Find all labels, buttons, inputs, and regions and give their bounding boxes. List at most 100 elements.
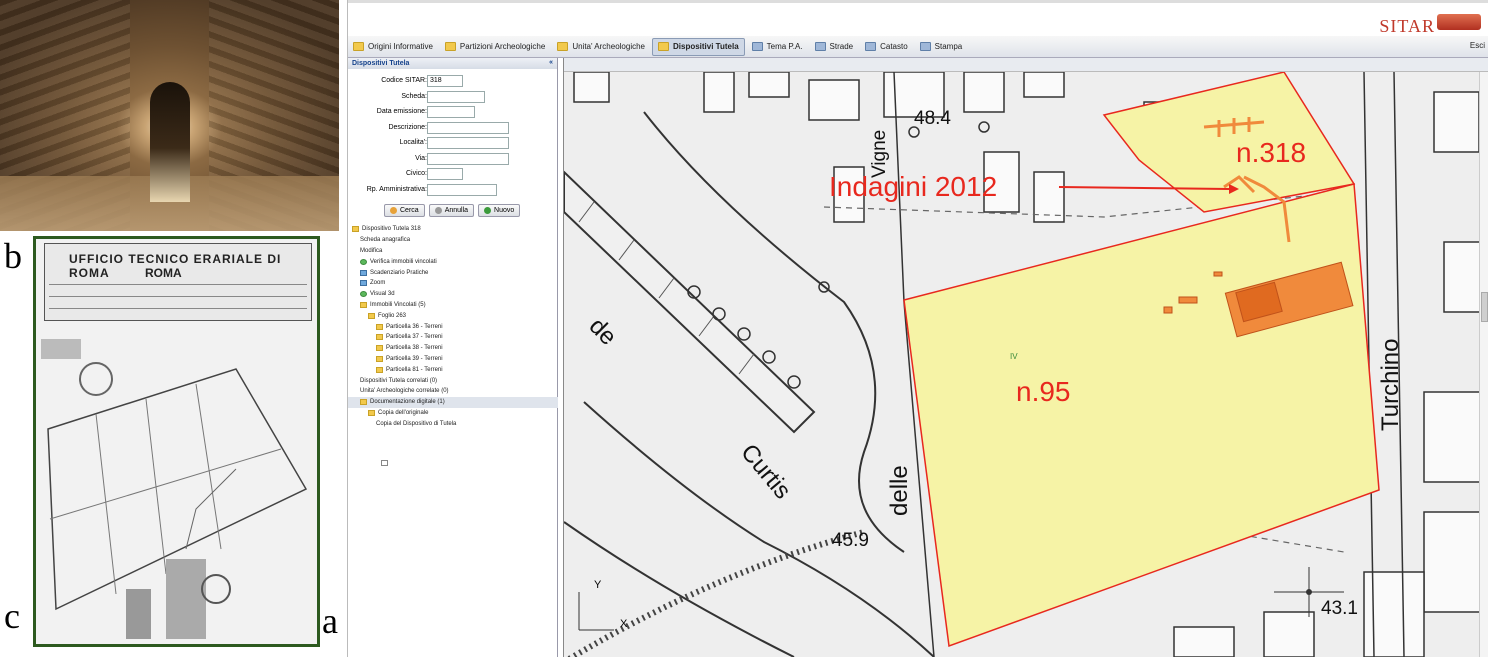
collapse-icon[interactable]: «: [549, 59, 553, 66]
tree-node[interactable]: Particella 37 - Terreni: [348, 332, 558, 343]
form-row: Civico:: [348, 168, 558, 182]
street-label-delle: delle: [886, 465, 913, 516]
tree-node[interactable]: Scheda anagrafica: [348, 235, 558, 466]
tree-node[interactable]: Particella 39 - Terreni: [348, 354, 558, 365]
folder-icon: [444, 42, 456, 51]
tree-node[interactable]: Dispositivo Tutela 318: [348, 224, 558, 235]
figure: b c a UFFICIO TECNICO ERARIALE DI ROMA R…: [0, 0, 1488, 657]
tree-node[interactable]: Visual 3d: [348, 289, 558, 300]
toolbar-item-tema-p-a-[interactable]: Tema P.A.: [747, 38, 808, 56]
field-label: Rp. Amministrativa:: [366, 185, 427, 193]
new-button[interactable]: Nuovo: [478, 204, 521, 217]
map-scroll-thumb[interactable]: [1481, 292, 1488, 322]
axis-x-label: X: [620, 618, 628, 630]
tree-node[interactable]: Particella 81 - Terreni: [348, 364, 558, 375]
tree-node-label: Immobili Vincolati (5): [370, 301, 426, 308]
field-input[interactable]: 318: [427, 75, 463, 87]
field-input[interactable]: [427, 137, 509, 149]
tree-node[interactable]: Copia del Dispositivo di Tutela: [348, 418, 558, 466]
form-row: Scheda:: [348, 90, 558, 105]
tree-node-label: Documentazione digitale (1): [370, 399, 445, 406]
folder-icon: [352, 226, 359, 233]
tree-node-label: Particella 39 - Terreni: [386, 355, 443, 362]
tree-node[interactable]: Scadenziario Pratiche: [348, 267, 558, 278]
toolbar-item-label: Dispositivi Tutela: [673, 42, 739, 51]
field-input[interactable]: [427, 152, 509, 165]
field-label: Data emissione:: [376, 108, 427, 115]
tree-node-label: Copia dell'originale: [378, 409, 429, 416]
tree-node[interactable]: Particella 38 - Terreni: [348, 343, 558, 354]
tree-node-label: Modifica: [360, 247, 383, 254]
map-toolbar: [564, 58, 1488, 72]
annotation-indagini: Indagini 2012: [829, 171, 998, 202]
field-input[interactable]: [427, 90, 485, 103]
tree-node-label: Dispositivi Tutela correlati (0): [360, 377, 438, 384]
toolbar-item-label: Partizioni Archeologiche: [459, 42, 546, 51]
action-icon: [360, 258, 367, 265]
field-label: Codice SITAR:: [381, 77, 427, 84]
tree-node[interactable]: Dispositivi Tutela correlati (0): [348, 375, 558, 466]
field-label: Via:: [415, 154, 427, 162]
tree-node[interactable]: Copia dell'originale: [348, 408, 558, 419]
field-label: Descrizione:: [388, 123, 427, 131]
cancel-button-label: Annulla: [444, 207, 469, 214]
tree-node[interactable]: Zoom: [348, 278, 558, 289]
document-header: UFFICIO TECNICO ERARIALE DI ROMA ROMA: [44, 243, 312, 321]
form-buttons: Cerca Annulla Nuovo: [384, 204, 521, 217]
toolbar-item-label: Stampa: [934, 42, 963, 51]
tree-node-label: Visual 3d: [370, 291, 395, 298]
document-icon: [381, 460, 388, 466]
brand-logo-icon: [1437, 14, 1481, 30]
toolbar-item-label: Catasto: [880, 42, 908, 51]
tree-node[interactable]: Foglio 263: [348, 310, 558, 321]
form-row: Codice SITAR: 318: [348, 75, 558, 89]
map-canvas: [564, 72, 1480, 657]
form-row: Descrizione:: [348, 121, 558, 136]
folder-icon: [658, 42, 669, 51]
folder-icon: [376, 355, 383, 362]
tree-node-label: Foglio 263: [378, 312, 407, 319]
layer-icon: [751, 42, 763, 51]
tree-node-label: Particella 81 - Terreni: [386, 366, 443, 373]
action-icon: [360, 269, 367, 276]
tree-node[interactable]: Particella 36 - Terreni: [348, 321, 558, 332]
field-label: Scheda:: [401, 92, 427, 100]
folder-icon: [376, 345, 383, 352]
tree-node[interactable]: Documentazione digitale (1): [348, 396, 558, 408]
elevation-431: 43.1: [1321, 598, 1358, 619]
elevation-484: 48.4: [914, 108, 951, 129]
folder-icon: [368, 409, 375, 416]
toolbar-item-unita-archeologiche[interactable]: Unita' Archeologiche: [552, 38, 650, 56]
form-row: Rp. Amministrativa:: [348, 183, 558, 198]
toolbar-item-origini-informative[interactable]: Origini Informative: [348, 38, 438, 56]
new-button-label: Nuovo: [494, 207, 515, 214]
tree-node[interactable]: Verifica immobili vincolati: [348, 256, 558, 267]
search-button[interactable]: Cerca: [384, 204, 425, 217]
tree-node[interactable]: Unita' Archeologiche correlate (0): [348, 386, 558, 466]
document-rule: [49, 308, 307, 309]
cancel-button[interactable]: Annulla: [428, 204, 475, 217]
field-input[interactable]: [427, 121, 509, 134]
map-view[interactable]: Vigne 48.4 Indagini 2012 n.318 n.95 de C…: [563, 58, 1488, 657]
toolbar-item-label: Unita' Archeologiche: [572, 42, 645, 51]
toolbar-item-strade[interactable]: Strade: [810, 38, 859, 56]
tree-node[interactable]: Modifica: [348, 246, 558, 466]
folder-icon: [376, 366, 383, 373]
folder-icon: [368, 312, 375, 319]
folder-icon: [360, 301, 367, 308]
tree-node[interactable]: Immobili Vincolati (5): [348, 300, 558, 311]
map-scrollbar[interactable]: [1479, 72, 1488, 657]
toolbar-item-label: Origini Informative: [368, 42, 433, 51]
toolbar-item-partizioni-archeologiche[interactable]: Partizioni Archeologiche: [440, 38, 550, 56]
field-label: Localita':: [399, 139, 427, 146]
toolbar-item-stampa[interactable]: Stampa: [915, 38, 968, 56]
toolbar-item-catasto[interactable]: Catasto: [860, 38, 913, 56]
field-input[interactable]: [427, 168, 463, 180]
field-input[interactable]: [427, 183, 497, 196]
app-header: SITAR: [348, 0, 1488, 36]
exit-button[interactable]: Esci: [1470, 41, 1485, 50]
field-input[interactable]: [427, 106, 475, 118]
action-icon: [360, 280, 367, 287]
printer-icon: [919, 42, 931, 51]
toolbar-item-dispositivi-tutela[interactable]: Dispositivi Tutela: [652, 37, 745, 56]
